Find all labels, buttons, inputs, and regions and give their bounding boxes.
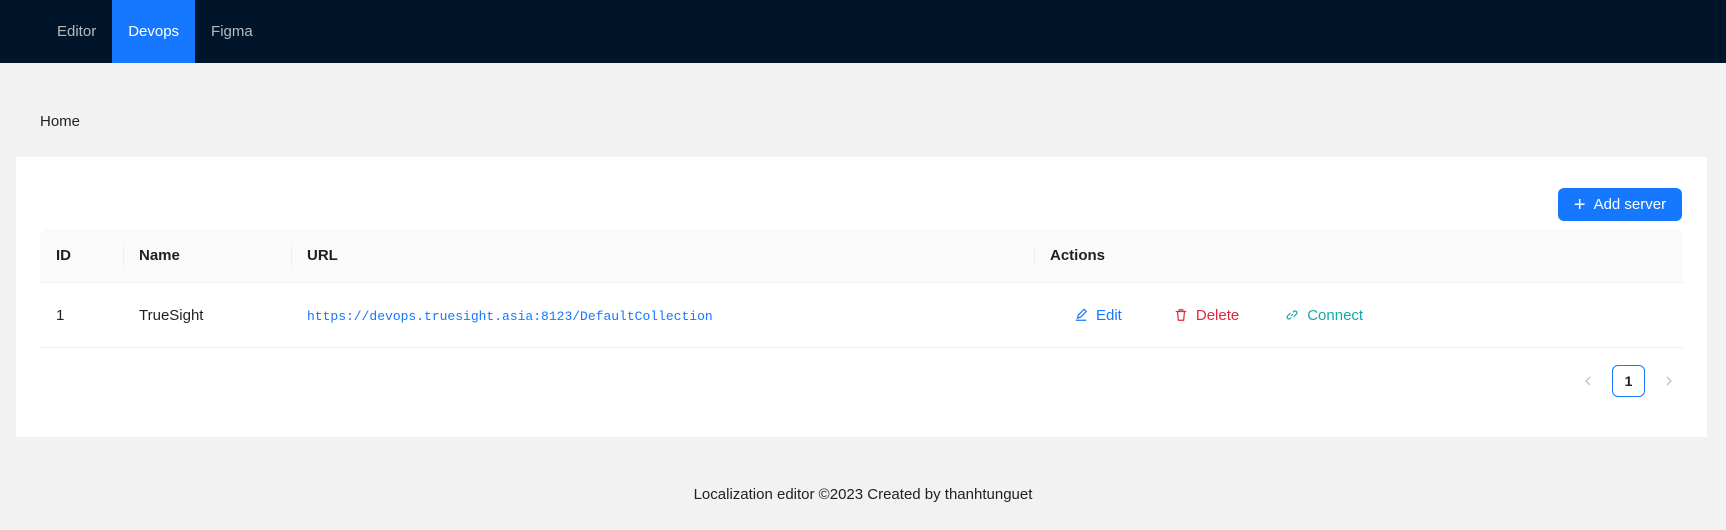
chevron-right-icon bbox=[1666, 376, 1672, 386]
add-server-label: Add server bbox=[1593, 196, 1667, 213]
pagination-prev-button[interactable] bbox=[1572, 365, 1604, 397]
delete-button[interactable]: Delete bbox=[1174, 307, 1239, 324]
column-header-name: Name bbox=[123, 245, 291, 266]
top-navigation: Editor Devops Figma bbox=[0, 0, 1726, 63]
server-url-link[interactable]: https://devops.truesight.asia:8123/Defau… bbox=[307, 309, 713, 324]
edit-icon bbox=[1075, 308, 1088, 321]
cell-name: TrueSight bbox=[139, 306, 204, 324]
edit-label: Edit bbox=[1096, 306, 1122, 324]
nav-tab-devops[interactable]: Devops bbox=[112, 0, 196, 63]
servers-table: ID Name URL Actions 1 TrueSight https://… bbox=[40, 229, 1683, 348]
servers-card: + Add server ID Name URL Actions 1 TrueS… bbox=[16, 157, 1707, 437]
connect-label: Connect bbox=[1307, 306, 1364, 324]
column-header-id: ID bbox=[56, 247, 71, 264]
pagination: 1 bbox=[1572, 365, 1685, 397]
column-header-actions: Actions bbox=[1034, 245, 1683, 266]
nav-tab-figma[interactable]: Figma bbox=[195, 0, 269, 63]
footer-text: Localization editor ©2023 Created by tha… bbox=[693, 486, 1033, 503]
link-icon bbox=[1286, 310, 1298, 320]
column-header-url: URL bbox=[291, 245, 1034, 266]
cell-actions: Edit Delete Connect bbox=[1034, 307, 1683, 324]
add-server-button[interactable]: + Add server bbox=[1558, 188, 1682, 221]
cell-url: https://devops.truesight.asia:8123/Defau… bbox=[291, 307, 1034, 324]
cell-id: 1 bbox=[56, 306, 65, 324]
pagination-next-button[interactable] bbox=[1653, 365, 1685, 397]
table-row: 1 TrueSight https://devops.truesight.asi… bbox=[40, 283, 1683, 348]
plus-icon: + bbox=[1573, 193, 1586, 216]
edit-button[interactable]: Edit bbox=[1074, 307, 1122, 324]
nav-tab-editor[interactable]: Editor bbox=[41, 0, 112, 63]
delete-icon bbox=[1175, 309, 1187, 321]
breadcrumb-home[interactable]: Home bbox=[40, 113, 80, 130]
delete-label: Delete bbox=[1195, 306, 1240, 324]
chevron-left-icon bbox=[1585, 376, 1591, 386]
pagination-page-1[interactable]: 1 bbox=[1612, 365, 1645, 397]
table-header: ID Name URL Actions bbox=[40, 229, 1683, 283]
connect-button[interactable]: Connect bbox=[1285, 307, 1363, 324]
